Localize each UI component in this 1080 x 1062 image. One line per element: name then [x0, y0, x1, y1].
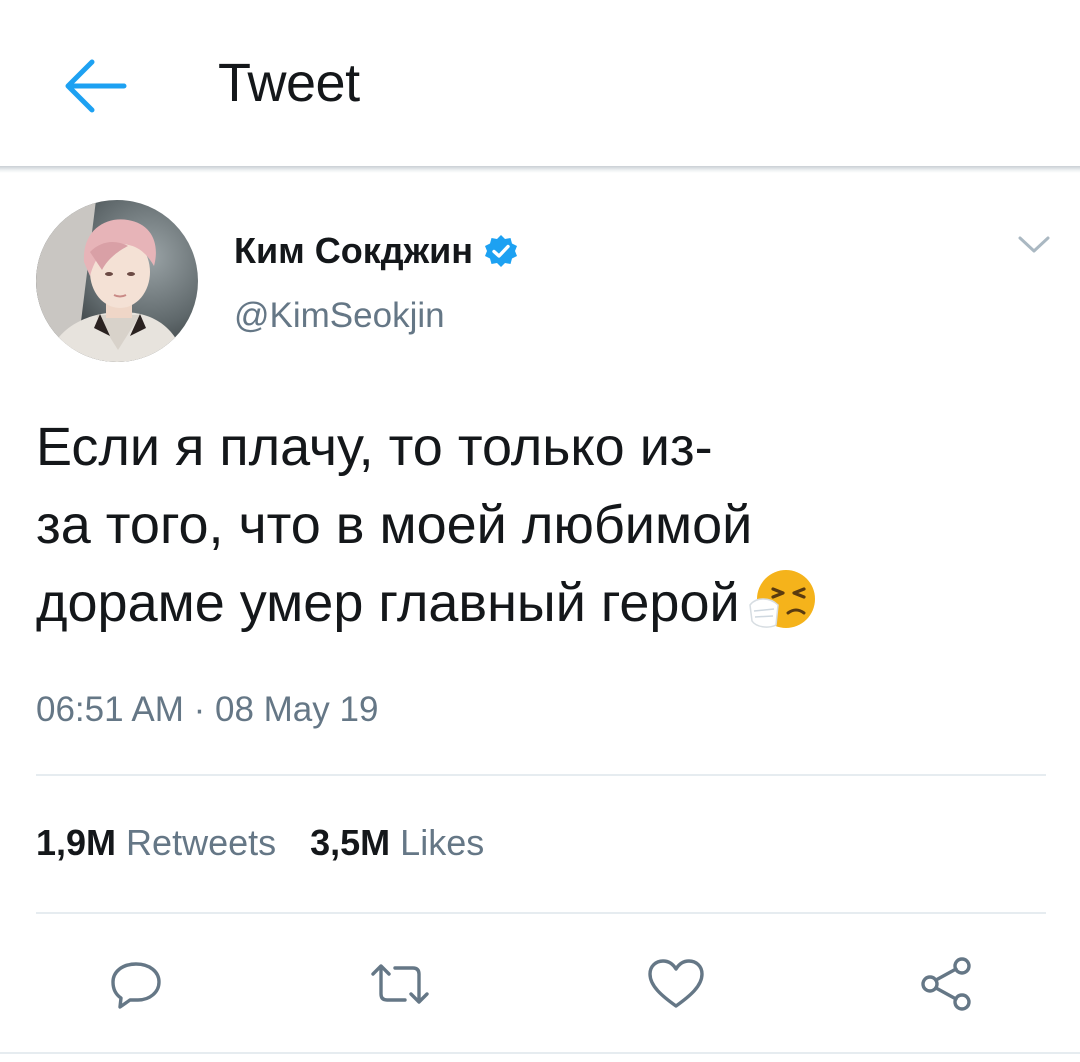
- verified-badge-icon: [483, 233, 519, 269]
- tweet-stats: 1,9M Retweets 3,5M Likes: [36, 822, 484, 864]
- divider: [36, 912, 1046, 914]
- bottom-divider: [0, 1052, 1080, 1054]
- divider: [36, 774, 1046, 776]
- likes-count: 3,5M: [310, 822, 391, 863]
- author-name-row[interactable]: Ким Сокджин: [234, 230, 519, 272]
- page-title: Tweet: [218, 53, 360, 113]
- likes-stat[interactable]: 3,5M Likes: [310, 822, 484, 864]
- sneezing-face-icon: [746, 567, 820, 631]
- chevron-down-icon: [1017, 234, 1051, 261]
- top-bar: Tweet: [0, 0, 1080, 168]
- likes-label: Likes: [400, 822, 485, 863]
- retweets-label: Retweets: [126, 822, 277, 863]
- tweet-text-line-last: дораме умер главный герой: [36, 564, 1026, 642]
- tweet-text-line: дораме умер главный герой: [36, 573, 740, 633]
- reply-icon: [106, 954, 166, 1019]
- share-icon: [914, 952, 978, 1021]
- retweet-button[interactable]: [364, 950, 436, 1022]
- reply-button[interactable]: [100, 950, 172, 1022]
- author-handle[interactable]: @KimSeokjin: [234, 296, 445, 336]
- retweets-stat[interactable]: 1,9M Retweets: [36, 822, 276, 864]
- tweet-text: Если я плачу, то только из- за того, что…: [36, 408, 1026, 642]
- more-options-button[interactable]: [1012, 228, 1056, 266]
- tweet-text-line: за того, что в моей любимой: [36, 495, 753, 555]
- avatar[interactable]: [36, 200, 198, 362]
- share-button[interactable]: [910, 950, 982, 1022]
- back-button[interactable]: [56, 56, 132, 120]
- header-divider: [0, 166, 1080, 173]
- like-button[interactable]: [640, 950, 712, 1022]
- tweet-timestamp[interactable]: 06:51 AM · 08 May 19: [36, 690, 378, 730]
- retweet-icon: [365, 954, 435, 1019]
- heart-icon: [644, 954, 708, 1019]
- tweet-text-line: Если я плачу, то только из-: [36, 417, 713, 477]
- author-display-name: Ким Сокджин: [234, 230, 473, 271]
- arrow-left-icon: [60, 56, 128, 121]
- retweets-count: 1,9M: [36, 822, 117, 863]
